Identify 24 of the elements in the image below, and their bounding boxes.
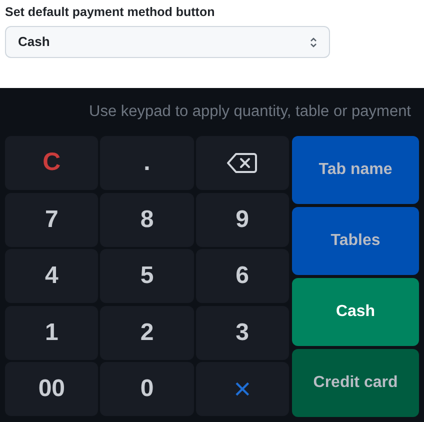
- select-value: Cash: [18, 33, 50, 52]
- digit-key[interactable]: 8: [100, 192, 194, 247]
- backspace-key[interactable]: [196, 136, 289, 190]
- digit-key[interactable]: 7: [5, 192, 98, 247]
- payment-button[interactable]: Credit card: [292, 349, 419, 417]
- field-label: Set default payment method button: [5, 5, 216, 20]
- digit-key[interactable]: 0: [100, 362, 194, 416]
- digit-key[interactable]: 9: [196, 192, 289, 247]
- multiply-key[interactable]: ×: [196, 362, 289, 416]
- keypad-hint: Use keypad to apply quantity, table or payment: [89, 102, 411, 122]
- digit-key[interactable]: 5: [100, 249, 194, 304]
- digit-key[interactable]: 1: [5, 306, 98, 360]
- payment-button[interactable]: Tab name: [292, 136, 419, 204]
- backspace-icon: [227, 152, 258, 174]
- payment-button[interactable]: Tables: [292, 207, 419, 275]
- digit-key[interactable]: 00: [5, 362, 98, 416]
- digit-key[interactable]: 3: [196, 306, 289, 360]
- digit-key[interactable]: 2: [100, 306, 194, 360]
- updown-chevron-icon: [310, 36, 317, 48]
- payment-method-select[interactable]: Cash: [5, 26, 330, 58]
- digit-key[interactable]: 6: [196, 249, 289, 304]
- digit-key[interactable]: .: [100, 136, 194, 190]
- payment-button[interactable]: Cash: [292, 278, 419, 346]
- digit-key[interactable]: 4: [5, 249, 98, 304]
